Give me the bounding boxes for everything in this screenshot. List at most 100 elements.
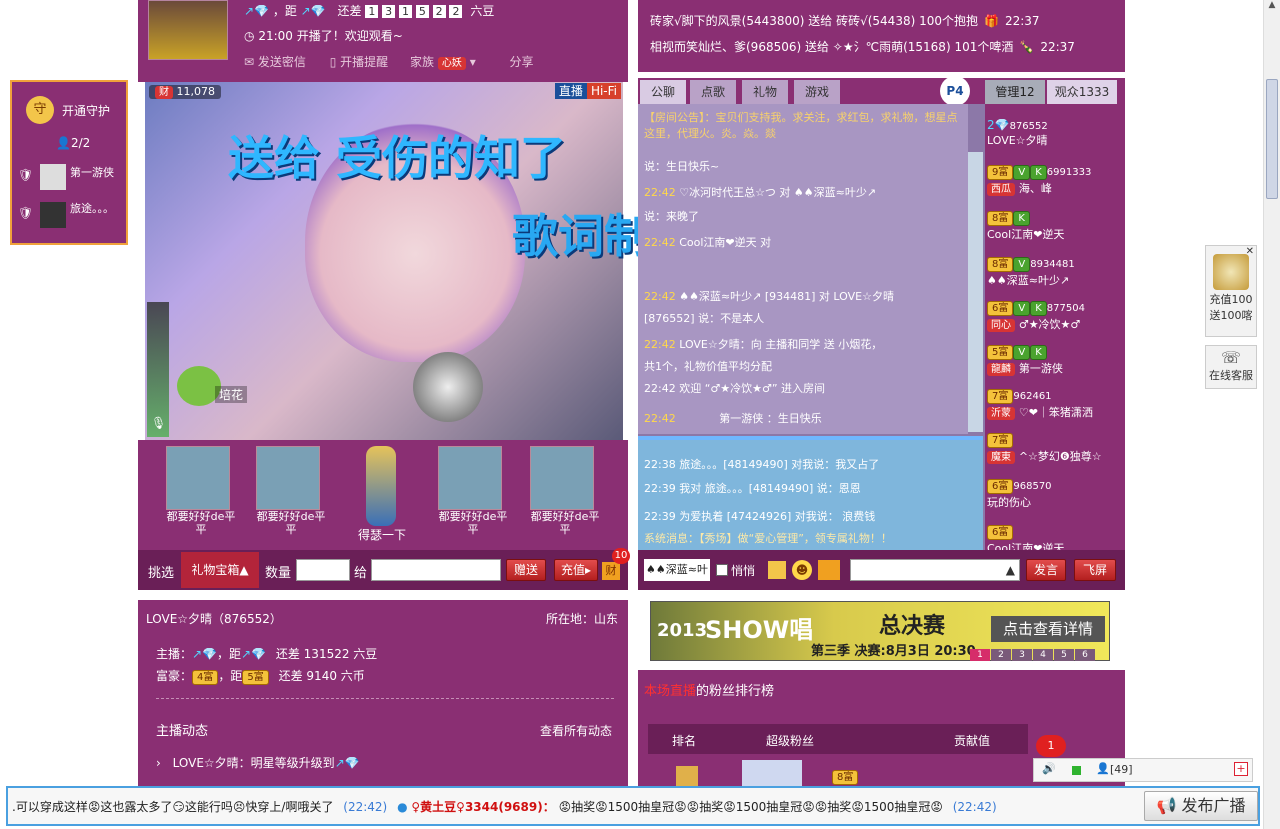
page-dot[interactable]: 1 (970, 649, 990, 661)
private-chat-body: 22:38 旅途。。。[48149490] 对我说：我又占了 22:39 我对 … (638, 440, 983, 550)
tab-public-chat[interactable]: 公聊 (640, 80, 686, 104)
speaker-icon[interactable]: 🔊 (1042, 762, 1056, 775)
list-item[interactable]: 5富 V K 龍麟 第一游侠 (987, 344, 1123, 376)
list-item[interactable]: 7富 魔東 ^☆梦幻❻独尊☆ (987, 432, 1123, 464)
seat[interactable]: 得瑟一下 (348, 446, 416, 546)
seat-label: 得瑟一下 (357, 528, 406, 542)
seat[interactable]: 都要好好de平平 (438, 446, 507, 536)
recipient-input[interactable] (371, 559, 501, 581)
avatar (742, 760, 802, 786)
list-item[interactable]: 8富 K Cool江南❤逆天 (987, 210, 1123, 242)
emoji-icon: 😡 (558, 800, 572, 814)
page-dot[interactable]: 4 (1033, 649, 1053, 661)
list-item[interactable]: 8富 V 8934481 ♠♠深蓝≈叶少↗ (987, 256, 1123, 288)
tab-admins[interactable]: 管理12 (985, 80, 1045, 104)
tab-viewers[interactable]: 观众1333 (1047, 80, 1117, 104)
shield-icon[interactable]: 守 (26, 96, 54, 124)
publish-broadcast-button[interactable]: 📢 发布广播 (1144, 791, 1258, 821)
hifi-button[interactable]: Hi-Fi (586, 83, 621, 99)
list-item[interactable]: 6富 V K 877504 同心 ♂★冷饮★♂ (987, 300, 1123, 332)
qty-input[interactable] (296, 559, 350, 581)
digit-box: 5 (415, 5, 429, 18)
seat[interactable]: 都要好好de平平 (530, 446, 599, 536)
pick-label: 挑选 (148, 566, 175, 581)
seat[interactable]: 都要好好de平平 (256, 446, 326, 536)
banner-brand: SHOW唱 (705, 616, 814, 644)
chat-panel: 公聊 点歌 礼物 游戏 P4 【房间公告】：宝贝们支持我。求关注，求红包，求礼物… (638, 76, 985, 550)
dot-icon: ● (397, 800, 408, 814)
chat-scrollbar[interactable] (968, 152, 983, 432)
gap-label: 还差 (337, 4, 362, 18)
emoji-icon: 😡 (595, 800, 608, 814)
view-details-button[interactable]: 点击查看详情 (991, 616, 1105, 642)
announcement-panel: 砖家√脚下的风景(5443800) 送给 砖砖√(54438) 100个抱抱 🎁 2… (638, 0, 1125, 72)
avatar (40, 164, 66, 190)
chat-input[interactable]: ▲ (850, 559, 1020, 581)
flyscreen-button[interactable]: 飞屏 (1074, 559, 1116, 581)
list-item[interactable]: 2💎876552 LOVE☆夕晴 (987, 118, 1123, 148)
chevron-down-icon[interactable]: ▾ (470, 55, 476, 69)
rich-badge: 8富 (832, 770, 859, 785)
send-message-button[interactable]: 发言 (1026, 559, 1066, 581)
seat-avatar (166, 446, 230, 510)
list-item[interactable]: 7富 962461 沂蒙 ♡❤｜笨猪潇洒 (987, 388, 1123, 420)
list-item[interactable]: 6富 Cool江南❤逆天 (987, 524, 1123, 550)
recharge-button[interactable]: 充值▸ (554, 559, 598, 581)
page-dot[interactable]: 6 (1075, 649, 1095, 661)
live-reminder-button[interactable]: 开播提醒 (340, 55, 388, 69)
table-row[interactable]: 8富 (648, 760, 1028, 786)
scroll-thumb[interactable] (1266, 79, 1278, 199)
quiet-checkbox[interactable] (716, 564, 728, 576)
p4-icon[interactable]: P4 (940, 76, 970, 106)
tab-games[interactable]: 游戏 (794, 80, 840, 104)
online-service-button[interactable]: ☏ 在线客服 (1205, 345, 1257, 389)
plus-icon[interactable]: + (1234, 762, 1248, 776)
notification-badge: 1 (1036, 735, 1066, 757)
send-secret-button[interactable]: 发送密信 (258, 55, 306, 69)
page-scrollbar[interactable]: ▲ (1263, 0, 1280, 829)
level-prefix: ，距 (272, 4, 297, 18)
fans-rank-header: 排名 超级粉丝 贡献值 (648, 724, 1028, 754)
chat-message: 22:42 ♠♠深蓝≈叶少↗ [934481] 对 LOVE☆夕晴 (644, 290, 894, 303)
host-avatar[interactable] (148, 0, 228, 60)
page-dot[interactable]: 3 (1012, 649, 1032, 661)
color-icon[interactable] (818, 560, 840, 580)
emoji-icon: 😏 (172, 800, 185, 814)
image-icon[interactable] (768, 561, 786, 579)
host-name: LOVE☆夕晴（876552） (146, 612, 282, 626)
seat-label: 都要好好de平平 (166, 510, 236, 536)
emoji-icon: 😡 (930, 800, 943, 814)
seat-avatar (256, 446, 320, 510)
close-icon[interactable]: ✕ (1246, 246, 1254, 257)
list-item[interactable]: 6富 968570 玩的伤心 (987, 478, 1123, 510)
gift-box-button[interactable]: 礼物宝箱▲ (181, 552, 259, 588)
dynamic-title: 主播动态 (156, 724, 209, 739)
mic-icon[interactable]: 🎙 (151, 416, 166, 430)
chevron-right-icon: › (156, 756, 161, 770)
emoji-icon: 😡 (723, 800, 736, 814)
family-badge[interactable]: 心妖 (437, 57, 466, 70)
dynamic-item[interactable]: › LOVE☆夕晴：明星等级升级到↗💎 (156, 754, 360, 771)
seat-avatar (438, 446, 502, 510)
list-item[interactable]: 9富 V K 6991333 西瓜 海、峰 (987, 164, 1123, 196)
tab-song-request[interactable]: 点歌 (690, 80, 736, 104)
open-guard-button[interactable]: 开通守护 (62, 102, 110, 119)
side-recharge-promo[interactable]: ✕ 充值100送100喀 (1205, 245, 1257, 337)
seat-label: 都要好好de平平 (256, 510, 326, 536)
fans-rank-title: 本场直播的粉丝排行榜 (644, 684, 775, 699)
play-icon: ▸ (584, 563, 592, 577)
room-notice: 【房间公告】：宝贝们支持我。求关注，求红包，求礼物，想星点这里，代理火。炎。焱。… (644, 111, 958, 140)
send-gift-button[interactable]: 赠送 (506, 559, 546, 581)
emoji-icon[interactable]: ☻ (792, 560, 812, 580)
unit-label: 六豆 (470, 4, 495, 18)
scroll-up-icon[interactable]: ▲ (1264, 0, 1280, 17)
tab-gifts[interactable]: 礼物 (742, 80, 788, 104)
wealth-icon[interactable]: 财 (602, 562, 620, 580)
chat-target-select[interactable]: ♠♠深蓝≈叶 (644, 559, 710, 581)
share-button[interactable]: 分享 (510, 55, 534, 69)
avatar (40, 202, 66, 228)
page-dot[interactable]: 5 (1054, 649, 1074, 661)
all-dynamic-link[interactable]: 查看所有动态 (540, 722, 612, 739)
seat[interactable]: 都要好好de平平 (166, 446, 236, 536)
page-dot[interactable]: 2 (991, 649, 1011, 661)
